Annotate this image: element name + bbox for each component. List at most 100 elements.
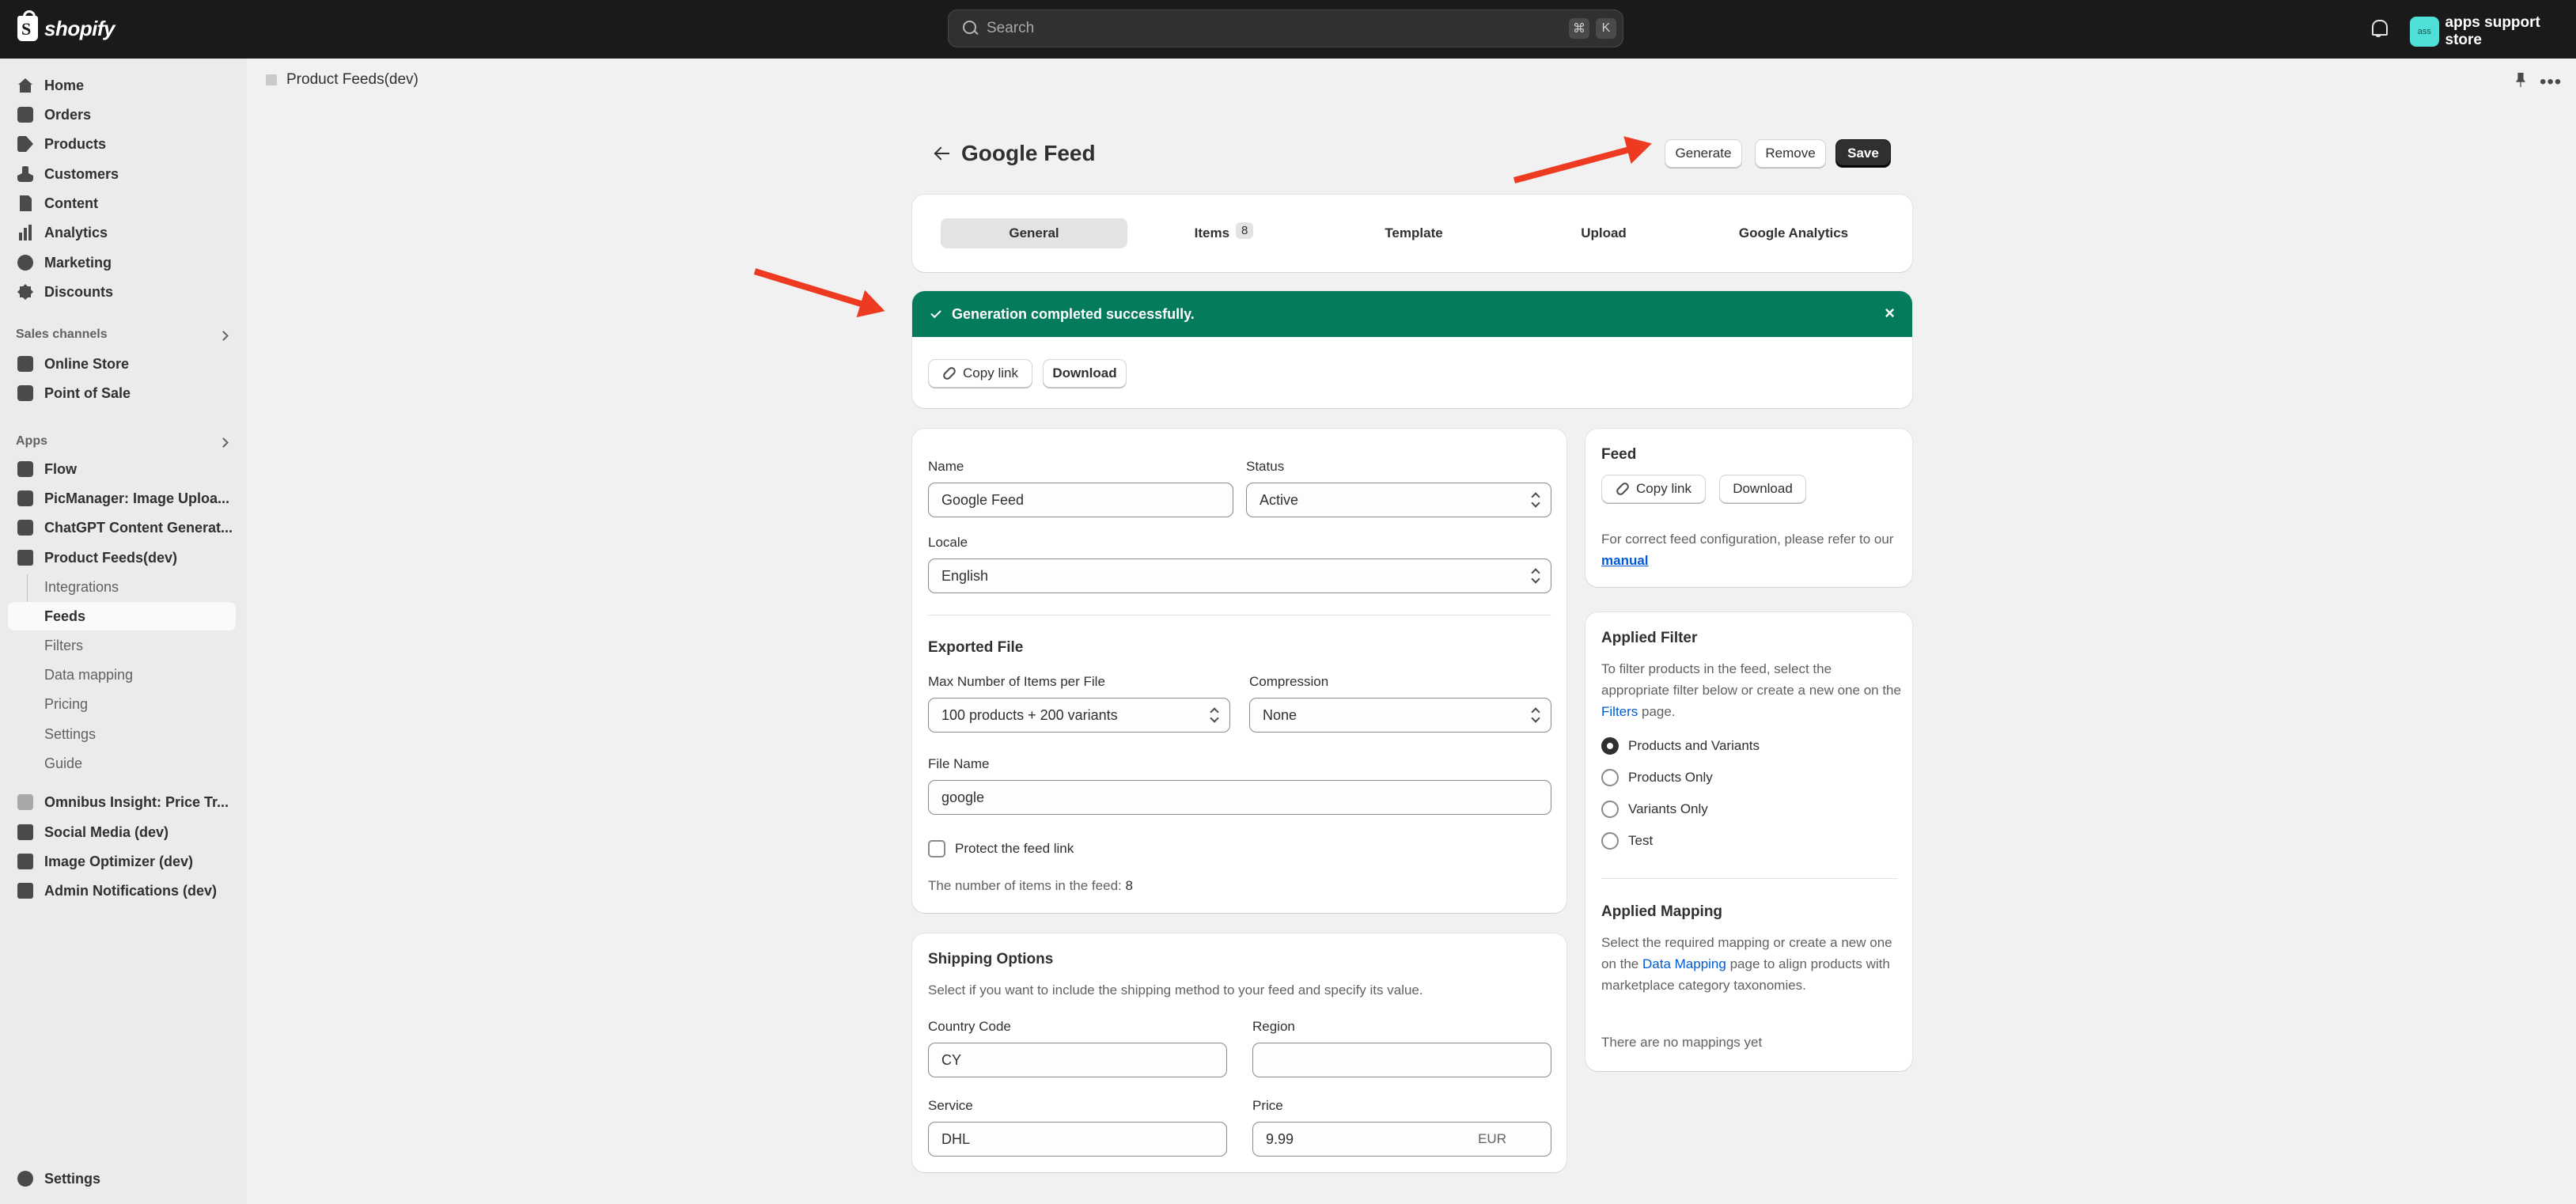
- search-bar[interactable]: Search ⌘ K: [948, 9, 1623, 47]
- name-input[interactable]: Google Feed: [928, 483, 1233, 517]
- chevron-right-icon[interactable]: [218, 331, 229, 341]
- file-name-label: File Name: [928, 756, 990, 771]
- sidebar-item-customers[interactable]: Customers: [8, 160, 236, 188]
- feed-hint-text: For correct feed configuration, please r…: [1601, 532, 1894, 547]
- radio-products-and-variants[interactable]: [1601, 737, 1619, 755]
- success-banner: Generation completed successfully. ×: [912, 291, 1912, 337]
- pin-icon[interactable]: [2516, 73, 2525, 87]
- sidebar-item-discounts[interactable]: Discounts: [8, 278, 236, 306]
- save-button[interactable]: Save: [1835, 139, 1891, 168]
- download-button[interactable]: Download: [1043, 359, 1127, 388]
- price-input[interactable]: 9.99 EUR: [1252, 1122, 1551, 1157]
- max-items-value: 100 products + 200 variants: [941, 706, 1118, 723]
- sidebar-item-orders[interactable]: Orders: [8, 100, 236, 129]
- max-items-select[interactable]: 100 products + 200 variants: [928, 698, 1230, 733]
- picmanager-app-icon: [17, 490, 33, 506]
- feed-download-button[interactable]: Download: [1719, 475, 1806, 503]
- sidebar-item-online-store[interactable]: Online Store: [8, 350, 236, 378]
- tab-items[interactable]: Items 8: [1131, 218, 1317, 248]
- filters-link[interactable]: Filters: [1601, 704, 1638, 719]
- store-menu[interactable]: ass apps support store: [2410, 14, 2576, 49]
- sidebar-item-feeds[interactable]: Feeds: [8, 602, 236, 630]
- notifications-bell-icon[interactable]: [2370, 20, 2388, 37]
- region-input[interactable]: [1252, 1043, 1551, 1077]
- region-label: Region: [1252, 1019, 1295, 1034]
- sidebar-item-products[interactable]: Products: [8, 130, 236, 158]
- more-options-icon[interactable]: •••: [2540, 71, 2562, 93]
- locale-select[interactable]: English: [928, 558, 1551, 593]
- sidebar-item-chatgpt[interactable]: ChatGPT Content Generat...: [8, 513, 236, 542]
- sidebar-item-settings-sub[interactable]: Settings: [8, 720, 236, 748]
- image-optimizer-app-icon: [17, 854, 33, 869]
- sidebar-item-label: Content: [44, 195, 98, 211]
- sidebar-item-analytics[interactable]: Analytics: [8, 218, 236, 247]
- store-name: apps support store: [2445, 14, 2540, 48]
- sidebar-item-point-of-sale[interactable]: Point of Sale: [8, 379, 236, 407]
- sidebar-item-label: Settings: [44, 725, 97, 742]
- close-icon[interactable]: ×: [1885, 305, 1895, 322]
- feed-copy-link-button[interactable]: Copy link: [1601, 475, 1706, 503]
- sidebar-item-social-media[interactable]: Social Media (dev): [8, 818, 236, 846]
- service-label: Service: [928, 1098, 973, 1113]
- sidebar-item-label: ChatGPT Content Generat...: [44, 519, 233, 536]
- feed-card: Feed Copy link Download For correct feed…: [1585, 429, 1912, 587]
- admin-notifications-app-icon: [17, 883, 33, 899]
- protect-feed-checkbox[interactable]: [928, 840, 945, 858]
- manual-link[interactable]: manual: [1601, 553, 1649, 568]
- sidebar-item-settings[interactable]: Settings: [8, 1164, 236, 1193]
- sidebar-item-omnibus[interactable]: Omnibus Insight: Price Tr...: [8, 788, 236, 816]
- sidebar-item-admin-notifications[interactable]: Admin Notifications (dev): [8, 876, 236, 905]
- sidebar-item-marketing[interactable]: Marketing: [8, 248, 236, 277]
- sidebar-item-product-feeds[interactable]: Product Feeds(dev): [8, 543, 236, 572]
- applied-filter-hint: To filter products in the feed, select t…: [1601, 658, 1902, 722]
- sidebar-item-label: Point of Sale: [44, 384, 131, 401]
- currency-suffix: EUR: [1478, 1131, 1506, 1146]
- sidebar-item-integrations[interactable]: Integrations: [8, 573, 236, 601]
- file-name-input[interactable]: google: [928, 780, 1551, 815]
- sidebar-item-label: Integrations: [44, 578, 119, 595]
- tab-upload[interactable]: Upload: [1510, 218, 1697, 248]
- option-label: Test: [1628, 833, 1654, 848]
- sidebar-item-image-optimizer[interactable]: Image Optimizer (dev): [8, 847, 236, 876]
- select-chevron-icon: [1532, 708, 1540, 722]
- tag-icon: [17, 136, 33, 152]
- radio-variants-only[interactable]: [1601, 801, 1619, 818]
- country-code-input[interactable]: CY: [928, 1043, 1227, 1077]
- sidebar-item-picmanager[interactable]: PicManager: Image Uploa...: [8, 484, 236, 513]
- sidebar-item-data-mapping[interactable]: Data mapping: [8, 661, 236, 689]
- sidebar-item-flow[interactable]: Flow: [8, 455, 236, 483]
- tab-google-analytics[interactable]: Google Analytics: [1700, 218, 1887, 248]
- protect-feed-label: Protect the feed link: [955, 841, 1074, 856]
- copy-link-button[interactable]: Copy link: [928, 359, 1032, 388]
- compression-select[interactable]: None: [1249, 698, 1551, 733]
- items-count-value: 8: [1125, 878, 1133, 893]
- generate-button[interactable]: Generate: [1665, 139, 1742, 168]
- status-select[interactable]: Active: [1246, 483, 1551, 517]
- sidebar-item-guide[interactable]: Guide: [8, 749, 236, 778]
- bar-chart-icon: [19, 225, 32, 240]
- service-input[interactable]: DHL: [928, 1122, 1227, 1157]
- back-arrow-icon[interactable]: [934, 145, 951, 162]
- price-value: 9.99: [1266, 1130, 1294, 1147]
- sidebar-item-pricing[interactable]: Pricing: [8, 690, 236, 718]
- option-label: Variants Only: [1628, 801, 1708, 816]
- remove-button[interactable]: Remove: [1755, 139, 1826, 168]
- sidebar-item-label: Marketing: [44, 254, 112, 271]
- compression-value: None: [1263, 706, 1297, 723]
- tab-template[interactable]: Template: [1320, 218, 1507, 248]
- breadcrumb[interactable]: Product Feeds(dev): [266, 71, 419, 89]
- chevron-right-icon[interactable]: [218, 437, 229, 448]
- items-count-text: The number of items in the feed: 8: [928, 875, 1133, 896]
- status-value: Active: [1260, 491, 1299, 508]
- radio-products-only[interactable]: [1601, 769, 1619, 786]
- data-mapping-link[interactable]: Data Mapping: [1642, 956, 1726, 971]
- annotation-arrow-generate: [1513, 145, 1636, 184]
- sidebar-item-content[interactable]: Content: [8, 189, 236, 218]
- sidebar-item-filters[interactable]: Filters: [8, 631, 236, 660]
- sidebar-item-label: Admin Notifications (dev): [44, 882, 218, 899]
- sidebar-item-home[interactable]: Home: [8, 71, 236, 100]
- shopify-logo[interactable]: S shopify: [17, 10, 115, 41]
- radio-test[interactable]: [1601, 832, 1619, 850]
- applied-mapping-hint: Select the required mapping or create a …: [1601, 932, 1902, 996]
- tab-general[interactable]: General: [941, 218, 1127, 248]
